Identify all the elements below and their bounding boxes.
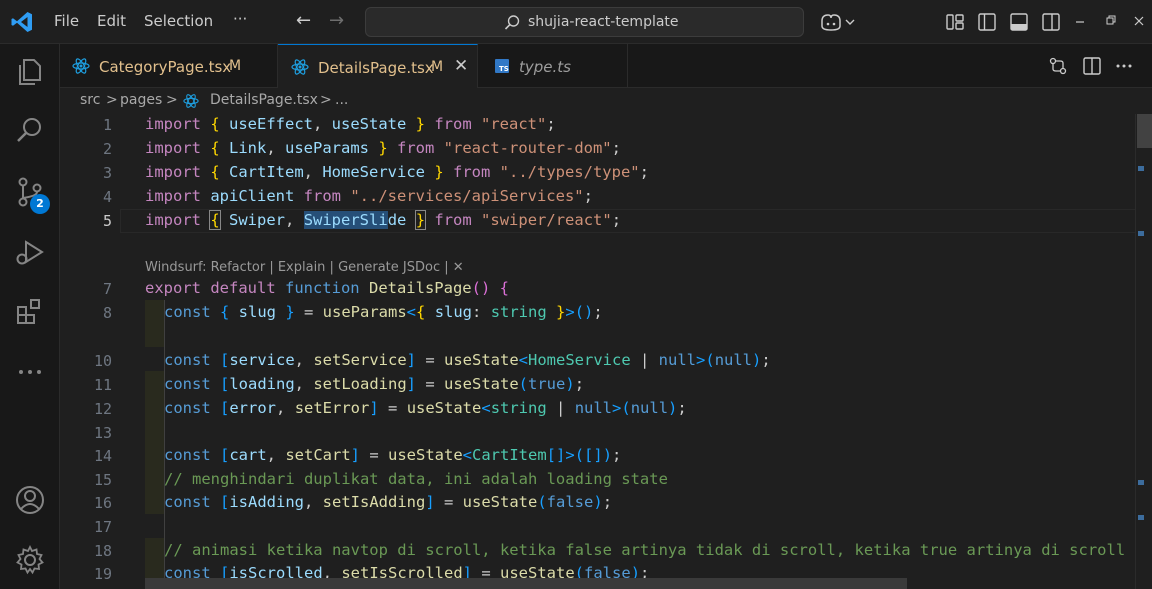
- vscode-logo-icon[interactable]: [10, 10, 34, 34]
- breadcrumb-separator: >: [106, 92, 118, 108]
- toggle-panel-icon[interactable]: [1009, 12, 1029, 32]
- compare-changes-icon[interactable]: [1048, 56, 1068, 76]
- line-number: 18: [93, 542, 112, 560]
- line-number: 11: [93, 376, 112, 394]
- line-number: 15: [93, 471, 112, 489]
- selection-marker: [1138, 480, 1144, 485]
- modified-indicator: M: [431, 59, 444, 75]
- code-line: 7 export default function DetailsPage() …: [60, 278, 1152, 302]
- search-icon: [504, 15, 520, 30]
- run-debug-icon[interactable]: [14, 236, 46, 268]
- code-line: 13: [60, 422, 1152, 446]
- activity-bar: 2: [0, 44, 60, 589]
- tab-category-page[interactable]: CategoryPage.tsx M: [60, 44, 278, 88]
- horizontal-scrollbar[interactable]: [145, 578, 907, 589]
- source-control-badge: 2: [30, 194, 50, 214]
- tab-type-ts[interactable]: TS type.ts: [478, 44, 628, 88]
- code-comment: // menghindari duplikat data, ini adalah…: [164, 470, 668, 488]
- line-number: 19: [93, 565, 112, 583]
- close-tab-icon[interactable]: ✕: [454, 56, 468, 76]
- menu-file[interactable]: File: [54, 12, 79, 30]
- breadcrumb-separator: >: [320, 92, 332, 108]
- selected-text: SwiperSli: [303, 211, 388, 229]
- menu-more[interactable]: ···: [233, 10, 247, 28]
- codelens-actions[interactable]: Windsurf: Refactor | Explain | Generate …: [145, 260, 464, 275]
- close-window-icon[interactable]: [1130, 12, 1150, 32]
- code-line: 2 import { Link, useParams } from "react…: [60, 138, 1152, 162]
- code-line: 15 // menghindari duplikat data, ini ada…: [60, 469, 1152, 493]
- react-icon: [291, 59, 309, 75]
- code-comment: // animasi ketika navtop di scroll, keti…: [164, 541, 1126, 559]
- line-number: 8: [102, 304, 112, 322]
- code-line: 3 import { CartItem, HomeService } from …: [60, 162, 1152, 186]
- typescript-file-icon: TS: [495, 59, 509, 73]
- editor-tabs: CategoryPage.tsx M DetailsPage.tsx M ✕ T…: [60, 44, 1152, 89]
- search-text: shujia-react-template: [528, 14, 679, 30]
- breadcrumb: src > pages > DetailsPage.tsx > ...: [60, 88, 1152, 114]
- forward-arrow-icon[interactable]: →: [329, 10, 344, 31]
- svg-text:TS: TS: [499, 65, 509, 73]
- minimize-icon[interactable]: [1072, 12, 1092, 32]
- menu-edit[interactable]: Edit: [97, 12, 126, 30]
- back-arrow-icon[interactable]: ←: [296, 10, 311, 31]
- code-line: 17: [60, 516, 1152, 540]
- code-line: 1 import { useEffect, useState } from "r…: [60, 114, 1152, 138]
- more-actions-icon[interactable]: [1114, 56, 1134, 76]
- react-icon: [72, 58, 90, 74]
- modified-indicator: M: [229, 58, 242, 74]
- code-line: 8 const { slug } = useParams<{ slug: str…: [60, 302, 1152, 326]
- code-line: 10 const [service, setService] = useStat…: [60, 350, 1152, 374]
- vertical-scrollbar[interactable]: [1135, 114, 1152, 589]
- line-number: 2: [102, 140, 112, 158]
- breadcrumb-symbol[interactable]: ...: [335, 92, 348, 108]
- line-number: 4: [102, 188, 112, 206]
- settings-gear-icon[interactable]: [14, 544, 46, 576]
- scrollbar-thumb[interactable]: [1137, 114, 1152, 148]
- code-editor[interactable]: 1 import { useEffect, useState } from "r…: [60, 114, 1152, 589]
- line-number: 17: [93, 518, 112, 536]
- line-number: 7: [102, 280, 112, 298]
- extensions-icon[interactable]: [14, 296, 46, 328]
- code-line: 18 // animasi ketika navtop di scroll, k…: [60, 540, 1152, 564]
- breadcrumb-pages[interactable]: pages: [120, 92, 162, 108]
- explorer-files-icon[interactable]: [14, 56, 46, 88]
- line-number: 12: [93, 400, 112, 418]
- menu-selection[interactable]: Selection: [144, 12, 213, 30]
- line-number: 13: [93, 424, 112, 442]
- tab-label: CategoryPage.tsx: [99, 58, 232, 76]
- code-line: 16 const [isAdding, setIsAdding] = useSt…: [60, 492, 1152, 516]
- toggle-primary-sidebar-icon[interactable]: [977, 12, 997, 32]
- accounts-icon[interactable]: [14, 484, 46, 516]
- copilot-icon[interactable]: [819, 12, 859, 32]
- search-icon[interactable]: [14, 114, 46, 146]
- line-number: 5: [102, 212, 112, 230]
- code-line: 12 const [error, setError] = useState<st…: [60, 398, 1152, 422]
- more-views-icon[interactable]: [14, 356, 46, 388]
- split-editor-icon[interactable]: [1082, 56, 1102, 76]
- selection-marker: [1138, 515, 1144, 520]
- line-number: 10: [93, 352, 112, 370]
- layout-customize-icon[interactable]: [945, 12, 965, 32]
- react-icon: [183, 94, 199, 108]
- selection-marker: [1138, 231, 1144, 236]
- title-bar: File Edit Selection ··· ← → shujia-react…: [0, 0, 1152, 44]
- breadcrumb-src[interactable]: src: [80, 92, 100, 108]
- tab-label: type.ts: [519, 58, 571, 76]
- breadcrumb-separator: >: [166, 92, 178, 108]
- line-number: 14: [93, 447, 112, 465]
- command-center-search[interactable]: shujia-react-template: [365, 7, 804, 37]
- breadcrumb-file[interactable]: DetailsPage.tsx: [210, 92, 318, 108]
- code-line-current: 5 import { Swiper, SwiperSlide } from "s…: [60, 210, 1152, 234]
- restore-icon[interactable]: [1102, 12, 1122, 32]
- code-line: 14 const [cart, setCart] = useState<Cart…: [60, 445, 1152, 469]
- tab-details-page[interactable]: DetailsPage.tsx M ✕: [278, 44, 478, 89]
- code-line: 11 const [loading, setLoading] = useStat…: [60, 374, 1152, 398]
- line-number: 16: [93, 494, 112, 512]
- line-number: 1: [102, 116, 112, 134]
- selection-marker: [1138, 166, 1144, 171]
- line-number: 3: [102, 164, 112, 182]
- toggle-secondary-sidebar-icon[interactable]: [1041, 12, 1061, 32]
- tab-label: DetailsPage.tsx: [318, 59, 434, 77]
- code-line: 4 import apiClient from "../services/api…: [60, 186, 1152, 210]
